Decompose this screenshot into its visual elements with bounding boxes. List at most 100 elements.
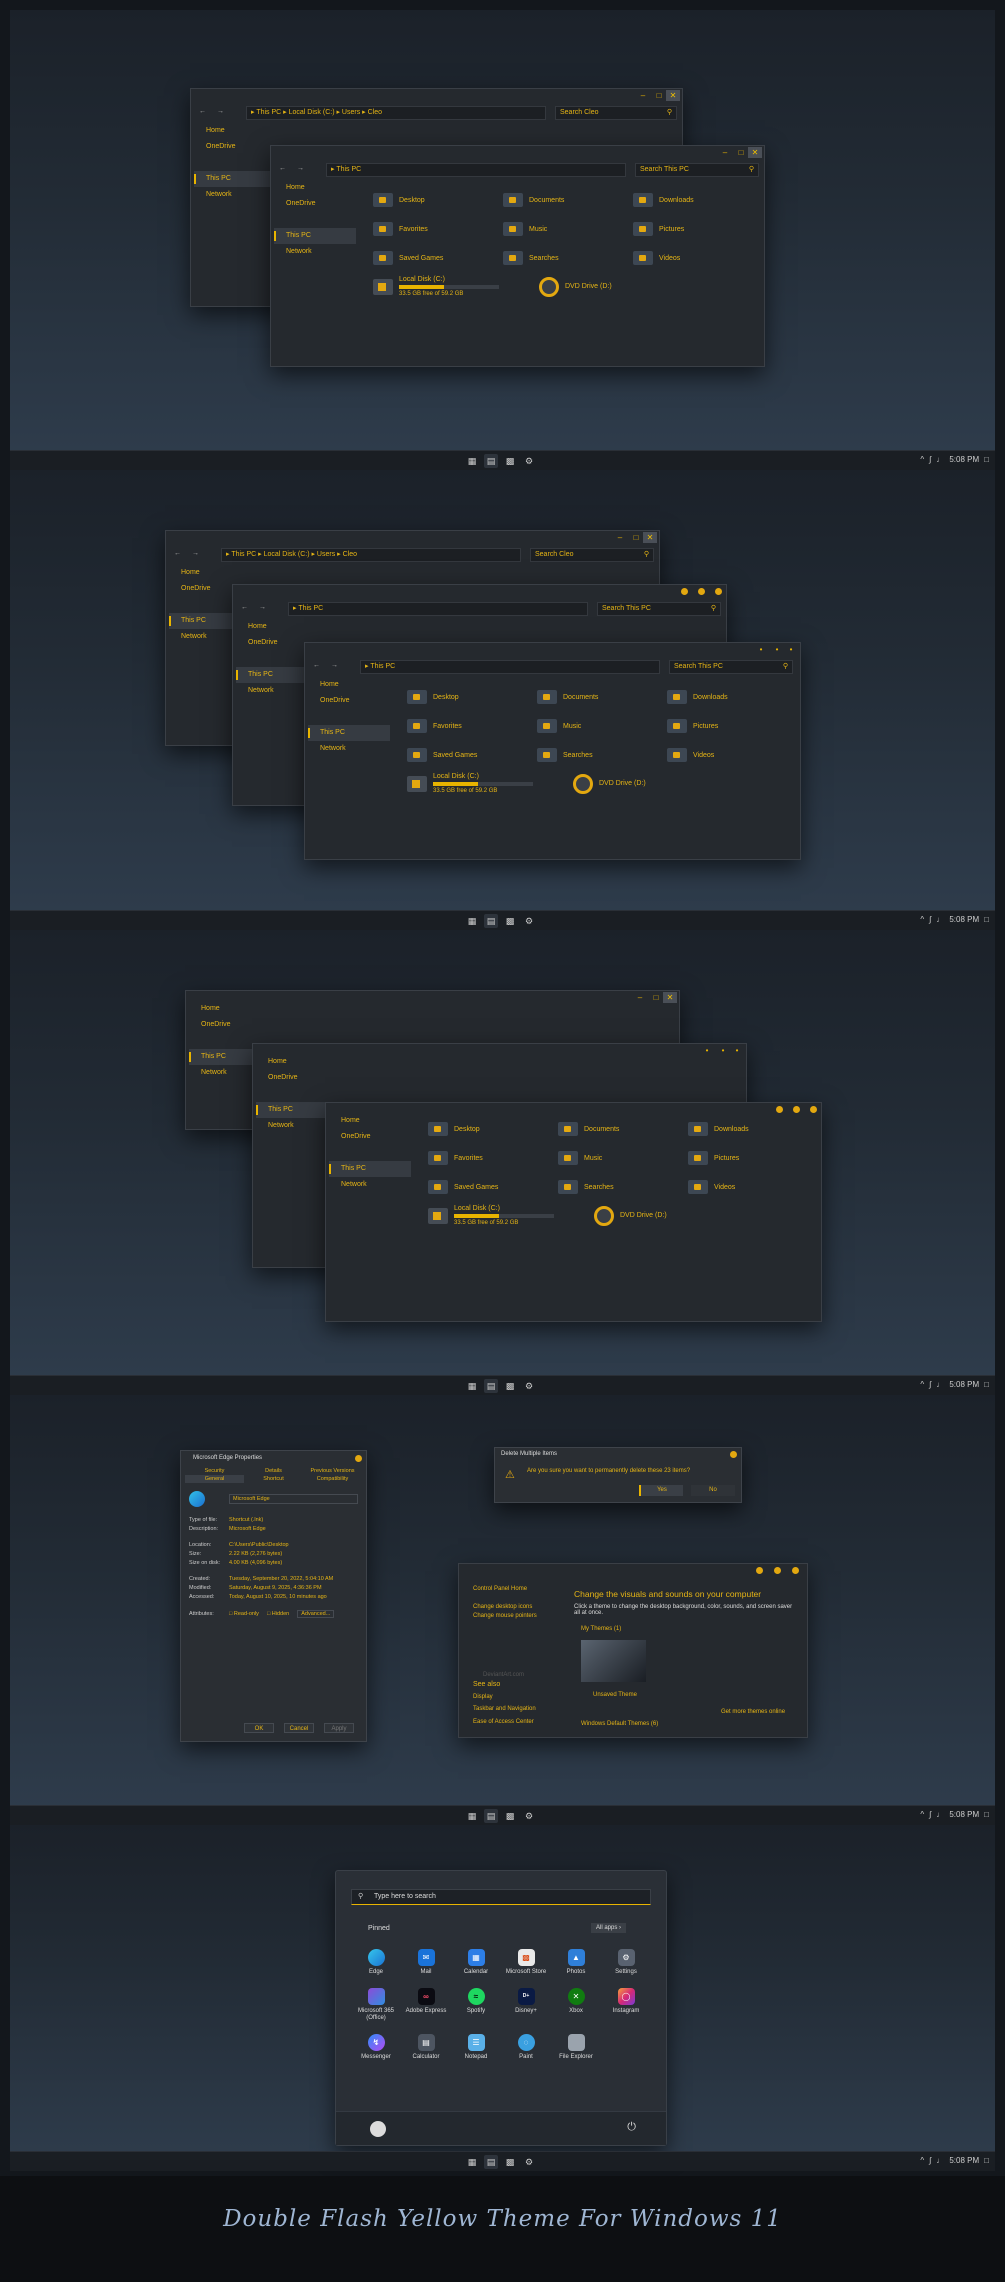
folder-item[interactable]: Documents <box>503 192 633 208</box>
folder-item[interactable]: Music <box>537 718 667 734</box>
readonly-checkbox[interactable]: □ Read-only <box>229 1611 259 1617</box>
app-disney[interactable]: D+ Disney+ <box>501 1988 551 2022</box>
explorer-icon[interactable]: ▤ <box>484 1379 498 1393</box>
folder-item[interactable]: Searches <box>537 747 667 763</box>
close-button[interactable] <box>715 588 722 595</box>
notification-icon[interactable]: □ <box>984 915 989 924</box>
no-button[interactable]: No <box>691 1485 735 1496</box>
chevron-up-icon[interactable]: ^ <box>920 2156 924 2165</box>
avatar[interactable] <box>370 2121 386 2137</box>
apply-button[interactable]: Apply <box>324 1723 354 1733</box>
drive-dvd[interactable]: DVD Drive (D:) <box>594 1205 667 1226</box>
maximize-button[interactable]: □ <box>629 532 643 543</box>
folder-item[interactable]: Music <box>503 221 633 237</box>
nav-onedrive[interactable]: OneDrive <box>308 693 390 709</box>
folder-item[interactable]: Downloads <box>688 1121 818 1137</box>
link-taskbar[interactable]: Taskbar and Navigation <box>473 1706 536 1712</box>
power-icon[interactable]: ⏻ <box>627 2121 636 2134</box>
maximize-button[interactable]: □ <box>652 90 666 101</box>
taskview-icon[interactable]: ▦ <box>465 2155 479 2169</box>
search-input[interactable]: Search This PC ⚲ <box>597 602 721 616</box>
minimize-button[interactable]: – <box>718 147 732 158</box>
search-input[interactable]: Search This PC ⚲ <box>669 660 793 674</box>
cp-home-link[interactable]: Control Panel Home <box>473 1586 527 1592</box>
explorer-icon[interactable]: ▤ <box>484 914 498 928</box>
nav-onedrive[interactable]: OneDrive <box>274 196 356 212</box>
back-icon[interactable]: ← <box>174 550 181 557</box>
explorer-icon[interactable]: ▤ <box>484 2155 498 2169</box>
notification-icon[interactable]: □ <box>984 455 989 464</box>
close-button[interactable] <box>810 1106 817 1113</box>
nav-home[interactable]: Home <box>194 123 276 139</box>
folder-item[interactable]: Saved Games <box>428 1179 558 1195</box>
yes-button[interactable]: Yes <box>639 1485 683 1496</box>
forward-icon[interactable]: → <box>192 550 199 557</box>
chevron-up-icon[interactable]: ^ <box>920 1810 924 1819</box>
app-calendar[interactable]: ▦ Calendar <box>451 1949 501 1976</box>
folder-item[interactable]: Desktop <box>407 689 537 705</box>
tab-compatibility[interactable]: Compatibility <box>303 1475 362 1483</box>
volume-icon[interactable]: ♩ <box>936 915 944 924</box>
back-icon[interactable]: ← <box>241 604 248 611</box>
app-adobe-express[interactable]: ∞ Adobe Express <box>401 1988 451 2022</box>
maximize-button[interactable] <box>698 588 705 595</box>
store-icon[interactable]: ▩ <box>503 454 517 468</box>
link-mouse-pointers[interactable]: Change mouse pointers <box>473 1613 537 1619</box>
nav-network[interactable]: Network <box>274 244 356 260</box>
folder-item[interactable]: Desktop <box>428 1121 558 1137</box>
link-desktop-icons[interactable]: Change desktop icons <box>473 1604 532 1610</box>
clock[interactable]: 5:08 PM <box>949 1810 979 1819</box>
app-xbox[interactable]: ✕ Xbox <box>551 1988 601 2022</box>
app-messenger[interactable]: ↯ Messenger <box>351 2034 401 2061</box>
folder-item[interactable]: Documents <box>537 689 667 705</box>
app-spotify[interactable]: ≈ Spotify <box>451 1988 501 2022</box>
nav-onedrive[interactable]: OneDrive <box>329 1129 411 1145</box>
forward-icon[interactable]: → <box>259 604 266 611</box>
app-instagram[interactable]: ◯ Instagram <box>601 1988 651 2022</box>
bluetooth-icon[interactable]: ∫ <box>929 1380 931 1389</box>
settings-icon[interactable]: ⚙ <box>522 1809 536 1823</box>
folder-item[interactable]: Videos <box>667 747 797 763</box>
forward-icon[interactable]: → <box>331 662 338 669</box>
folder-item[interactable]: Favorites <box>407 718 537 734</box>
volume-icon[interactable]: ♩ <box>936 1380 944 1389</box>
settings-icon[interactable]: ⚙ <box>522 454 536 468</box>
volume-icon[interactable]: ♩ <box>936 2156 944 2165</box>
minimize-button[interactable] <box>776 1106 783 1113</box>
app-notepad[interactable]: ☰ Notepad <box>451 2034 501 2061</box>
folder-item[interactable]: Saved Games <box>373 250 503 266</box>
bluetooth-icon[interactable]: ∫ <box>929 915 931 924</box>
minimize-button[interactable] <box>681 588 688 595</box>
folder-item[interactable]: Saved Games <box>407 747 537 763</box>
taskview-icon[interactable]: ▦ <box>465 454 479 468</box>
taskview-icon[interactable]: ▦ <box>465 914 479 928</box>
folder-item[interactable]: Pictures <box>633 221 763 237</box>
minimize-button[interactable]: • <box>754 644 768 655</box>
nav-this-pc[interactable]: This PC <box>194 171 276 187</box>
close-button[interactable]: ✕ <box>643 532 657 543</box>
close-button[interactable]: • <box>784 644 798 655</box>
name-field[interactable]: Microsoft Edge <box>229 1494 358 1504</box>
taskview-icon[interactable]: ▦ <box>465 1809 479 1823</box>
nav-home[interactable]: Home <box>308 677 390 693</box>
ok-button[interactable]: OK <box>244 1723 274 1733</box>
app-mail[interactable]: ✉ Mail <box>401 1949 451 1976</box>
notification-icon[interactable]: □ <box>984 1810 989 1819</box>
close-button[interactable] <box>792 1567 799 1574</box>
minimize-button[interactable]: • <box>700 1045 714 1056</box>
explorer-icon[interactable]: ▤ <box>484 454 498 468</box>
store-icon[interactable]: ▩ <box>503 2155 517 2169</box>
bluetooth-icon[interactable]: ∫ <box>929 455 931 464</box>
drive-dvd[interactable]: DVD Drive (D:) <box>539 276 612 297</box>
folder-item[interactable]: Videos <box>633 250 763 266</box>
close-button[interactable]: ✕ <box>663 992 677 1003</box>
folder-item[interactable]: Searches <box>503 250 633 266</box>
minimize-button[interactable]: – <box>636 90 650 101</box>
folder-item[interactable]: Desktop <box>373 192 503 208</box>
minimize-button[interactable]: – <box>633 992 647 1003</box>
nav-home[interactable]: Home <box>189 1001 271 1017</box>
clock[interactable]: 5:08 PM <box>949 1380 979 1389</box>
address-bar[interactable]: ▸ This PC ▸ Local Disk (C:) ▸ Users ▸ Cl… <box>246 106 546 120</box>
back-icon[interactable]: ← <box>313 662 320 669</box>
nav-this-pc[interactable]: This PC <box>274 228 356 244</box>
